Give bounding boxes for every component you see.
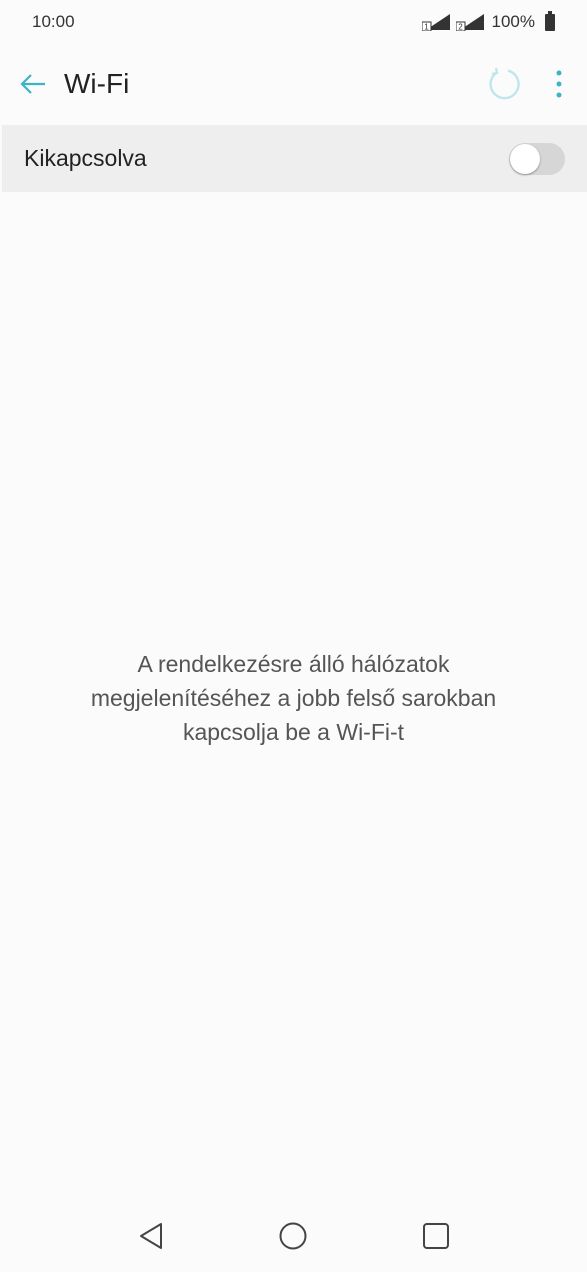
back-button[interactable] [18,69,48,99]
wifi-state-label: Kikapcsolva [24,145,147,171]
navigation-bar [0,1200,587,1272]
battery-percent: 100% [491,12,535,31]
nav-back-button[interactable] [131,1216,171,1256]
recents-square-icon [422,1223,449,1249]
status-indicators: 1 2 100% [421,10,555,32]
hint-line-2: megjelenítéséhez a jobb felső sarokban [90,685,497,711]
wifi-switch[interactable] [509,142,565,175]
hint-line-1: A rendelkezésre álló hálózatok [137,651,450,677]
switch-knob [510,143,540,174]
svg-text:2: 2 [458,23,463,32]
wifi-toggle-row[interactable]: Kikapcsolva [2,125,587,192]
page-title: Wi-Fi [64,68,130,99]
more-options-button[interactable] [549,64,569,104]
refresh-button[interactable] [485,64,525,104]
hint-line-3: kapcsolja be a Wi-Fi-t [182,719,405,745]
nav-recents-button[interactable] [416,1216,456,1256]
nav-home-button[interactable] [273,1216,313,1256]
more-vert-icon [556,70,562,98]
svg-text:1: 1 [424,23,429,32]
back-triangle-icon [140,1223,163,1249]
arrow-left-icon [20,74,45,94]
empty-state-message: A rendelkezésre álló hálózatok megjelení… [40,647,547,749]
wifi-settings-screen: 10:00 1 2 100% Wi-Fi Kikapcsolva A rende… [0,0,587,1272]
sim1-signal-icon: 1 [421,13,452,32]
home-circle-icon [279,1222,307,1250]
status-time: 10:00 [32,12,75,31]
sim2-signal-icon: 2 [455,13,486,32]
status-bar: 10:00 1 2 100% [0,0,587,44]
battery-icon [545,10,555,31]
refresh-icon [489,67,520,100]
app-bar: Wi-Fi [0,44,587,124]
